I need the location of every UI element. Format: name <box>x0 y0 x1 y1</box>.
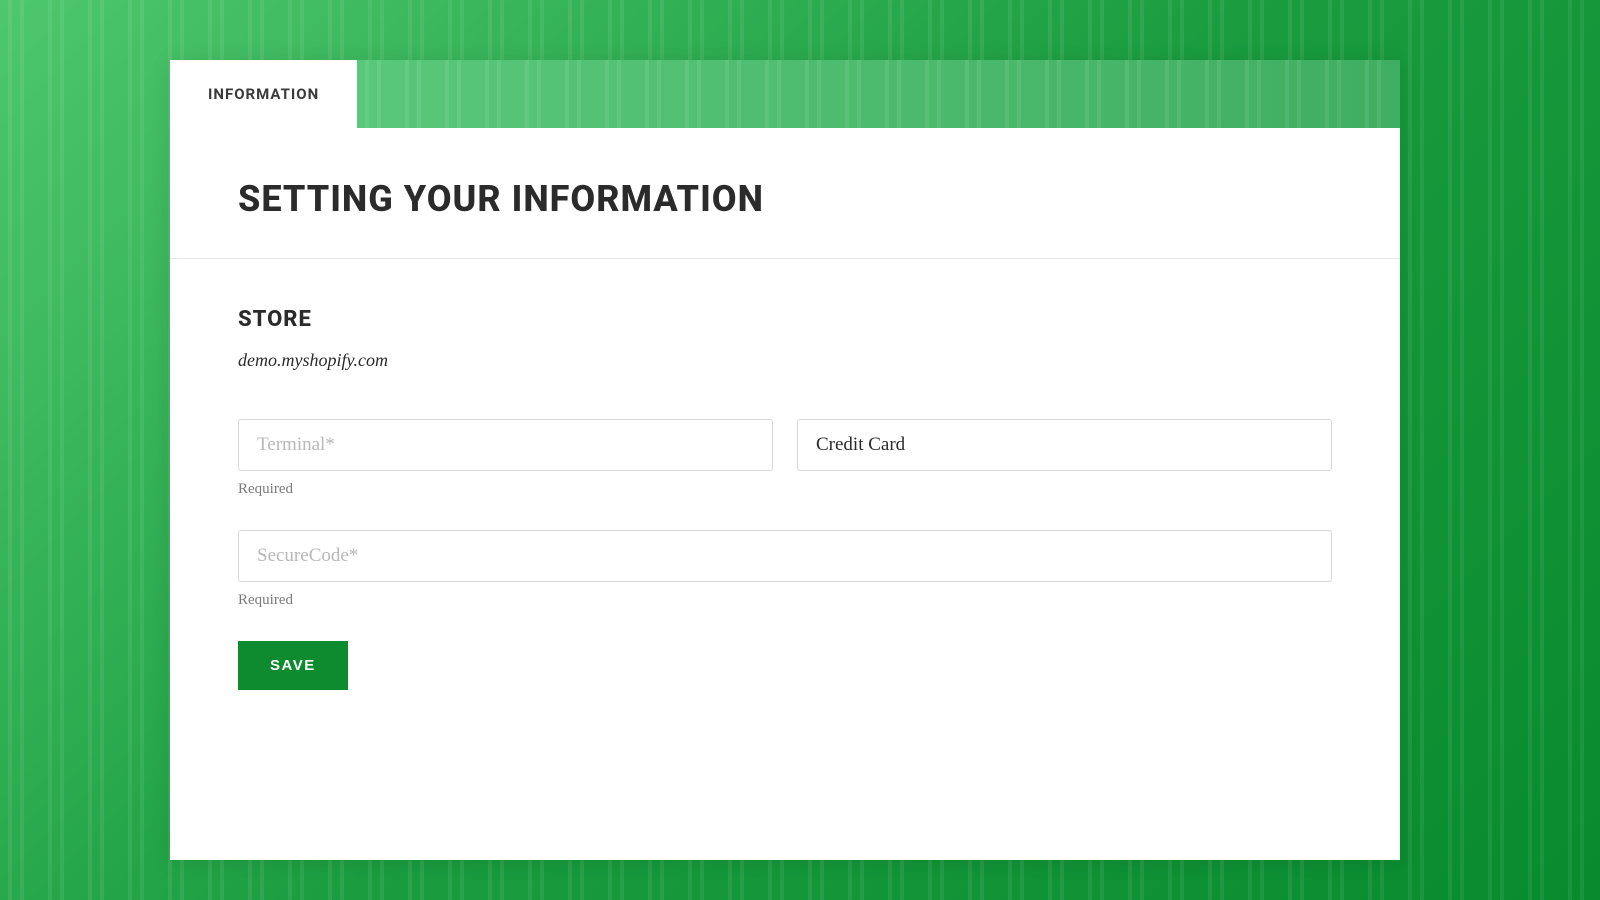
tab-information[interactable]: INFORMATION <box>170 60 357 128</box>
credit-card-field-wrapper <box>797 419 1332 498</box>
page-title: SETTING YOUR INFORMATION <box>238 178 1332 220</box>
store-section-title: STORE <box>238 307 1332 332</box>
content-section: STORE demo.myshopify.com Required Requir… <box>170 259 1400 730</box>
terminal-helper: Required <box>238 481 773 498</box>
save-button[interactable]: SAVE <box>238 641 348 690</box>
tabs-row: INFORMATION <box>170 60 1400 128</box>
terminal-input[interactable] <box>238 419 773 471</box>
store-domain: demo.myshopify.com <box>238 350 1332 371</box>
form-row-1: Required <box>238 419 1332 498</box>
save-button-label: SAVE <box>270 657 316 674</box>
header-section: SETTING YOUR INFORMATION <box>170 128 1400 259</box>
settings-card: INFORMATION SETTING YOUR INFORMATION STO… <box>170 60 1400 860</box>
tab-information-label: INFORMATION <box>208 85 319 103</box>
terminal-field-wrapper: Required <box>238 419 773 498</box>
tabs-spacer <box>357 60 1400 128</box>
credit-card-input[interactable] <box>797 419 1332 471</box>
secure-code-field-wrapper: Required <box>238 530 1332 609</box>
secure-code-helper: Required <box>238 592 1332 609</box>
secure-code-input[interactable] <box>238 530 1332 582</box>
